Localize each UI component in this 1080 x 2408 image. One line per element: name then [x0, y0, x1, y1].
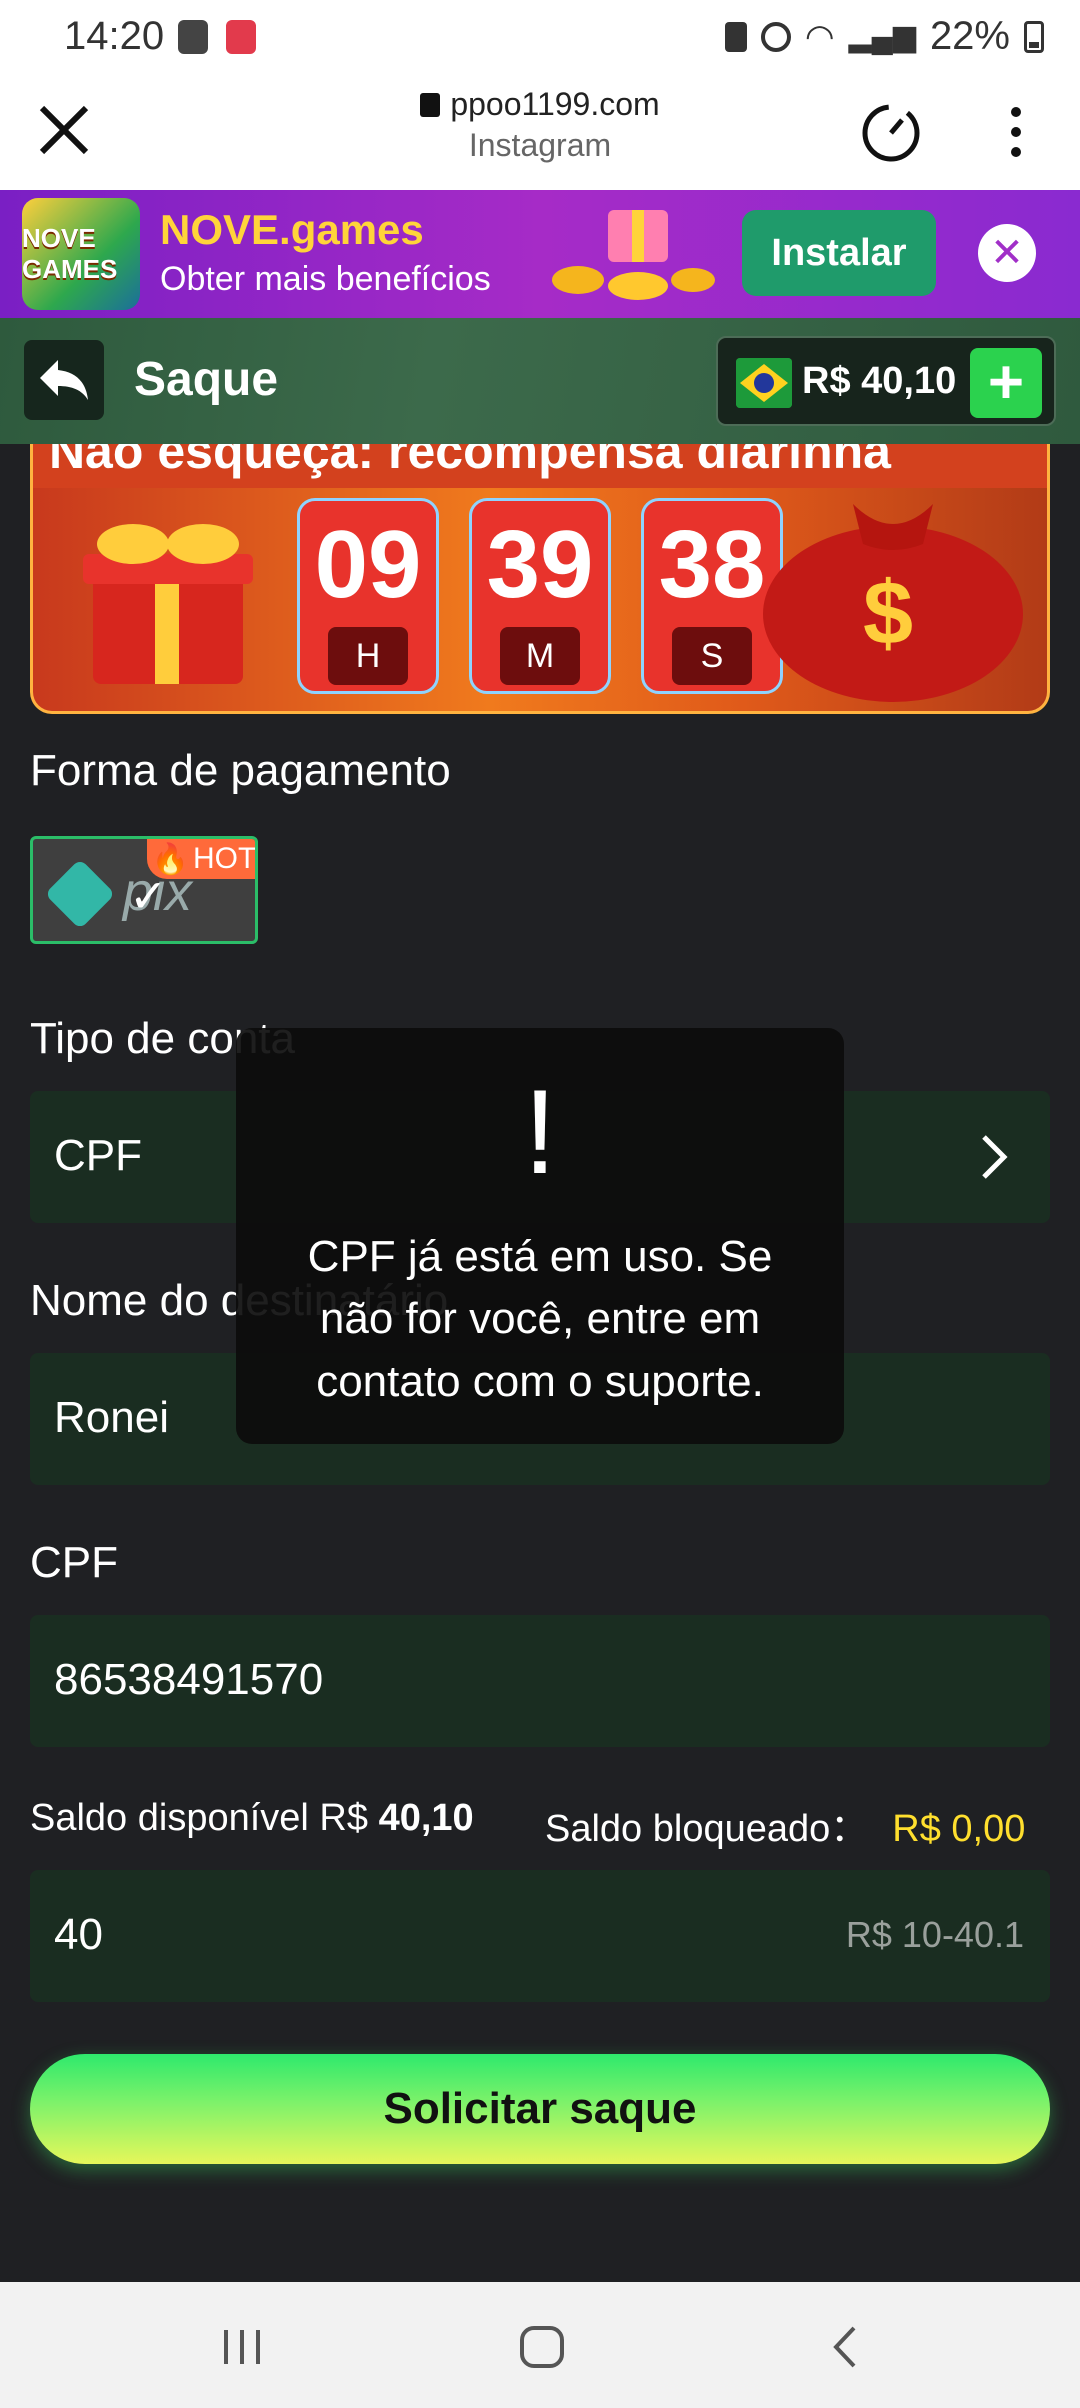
system-nav-bar: [0, 2282, 1080, 2408]
available-balance: Saldo disponível R$ 40,10: [30, 1797, 474, 1839]
account-type-value: CPF: [54, 1131, 142, 1180]
page-url: ppoo1199.com: [450, 86, 660, 122]
install-banner: NOVE GAMES NOVE.games Obter mais benefíc…: [0, 190, 1080, 318]
alarm-icon: [760, 21, 791, 52]
gift-box-icon: [83, 524, 253, 684]
back-arrow-icon: [40, 360, 88, 400]
flame-icon: 🔥: [151, 842, 190, 876]
close-icon[interactable]: [30, 96, 98, 164]
home-icon[interactable]: [512, 2322, 572, 2372]
signal-icon: ▂▄▆: [848, 20, 916, 53]
timer-icon[interactable]: [858, 98, 924, 164]
pix-payment-option[interactable]: pix ✓ 🔥 HOT: [30, 836, 258, 944]
banner-app-name: NOVE.games: [160, 206, 424, 253]
back-nav-icon[interactable]: [816, 2322, 876, 2372]
banner-close-icon[interactable]: ✕: [978, 224, 1036, 282]
url-area[interactable]: ppoo1199.com Instagram: [300, 86, 780, 164]
browser-source: Instagram: [468, 127, 612, 163]
gift-coins-icon: [552, 210, 715, 300]
blocked-balance: Saldo bloqueado： R$ 0,00: [545, 1808, 1026, 1850]
chevron-right-icon: [982, 1135, 1008, 1179]
shop-notification-icon: [178, 20, 208, 54]
add-funds-button[interactable]: +: [970, 348, 1042, 418]
daily-reward-banner[interactable]: Não esqueça: recompensa diárinha 09 H 39…: [30, 444, 1050, 714]
withdraw-amount-input[interactable]: 40 R$ 10-40.1: [30, 1870, 1050, 2002]
hot-badge: 🔥 HOT: [147, 839, 255, 879]
battery-icon: [1024, 20, 1044, 53]
page-title: Saque: [134, 353, 279, 406]
battery-percent: 22%: [929, 14, 1010, 58]
svg-text:$: $: [863, 564, 913, 664]
status-bar: 14:20 ◠ ▂▄▆ 22%: [0, 0, 1080, 72]
page-header: Saque R$ 40,10 +: [0, 318, 1080, 444]
alert-icon: !: [523, 1065, 557, 1199]
money-bag-icon: $: [763, 504, 1023, 702]
error-toast: ! CPF já está em uso. Se não for você, e…: [236, 1028, 844, 1444]
browser-bar: ppoo1199.com Instagram: [0, 72, 1080, 190]
brazil-flag-icon: [736, 358, 792, 408]
more-options-icon[interactable]: [1000, 102, 1032, 162]
countdown-minutes: 39 M: [469, 498, 611, 694]
pix-logo-icon: [44, 858, 116, 930]
status-time: 14:20: [64, 14, 165, 58]
toast-message: CPF já está em uso. Se não for você, ent…: [307, 1232, 773, 1406]
cpf-input[interactable]: 86538491570: [30, 1615, 1050, 1747]
recipient-name-value: Ronei: [54, 1393, 169, 1442]
withdraw-amount-value: 40: [54, 1910, 103, 1959]
app-logo: NOVE GAMES: [22, 198, 140, 310]
back-button[interactable]: [24, 340, 104, 420]
recent-apps-icon[interactable]: [212, 2322, 272, 2372]
countdown-hours: 09 H: [297, 498, 439, 694]
balance-widget: R$ 40,10 +: [716, 336, 1056, 426]
cpf-label: CPF: [30, 1538, 118, 1587]
payment-method-label: Forma de pagamento: [30, 746, 451, 795]
status-right: ◠ ▂▄▆ 22%: [724, 14, 1044, 59]
app-notification-icon: [226, 20, 256, 54]
withdraw-amount-range: R$ 10-40.1: [845, 1914, 1024, 1955]
balance-amount: R$ 40,10: [802, 360, 957, 402]
wifi-icon: ◠: [804, 17, 835, 56]
install-button[interactable]: Instalar: [742, 210, 936, 296]
lock-icon: [420, 93, 441, 117]
nfc-icon: [724, 21, 747, 52]
cpf-value: 86538491570: [54, 1655, 324, 1704]
request-withdrawal-button[interactable]: Solicitar saque: [30, 2054, 1050, 2164]
banner-tagline: Obter mais benefícios: [160, 260, 491, 298]
